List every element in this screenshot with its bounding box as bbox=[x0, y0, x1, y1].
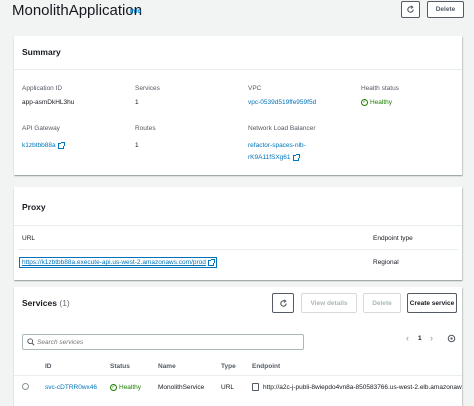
nlb-label: Network Load Balancer bbox=[248, 125, 316, 132]
proxy-panel: Proxy URL Endpoint type https://k1zbtbb8… bbox=[14, 187, 462, 280]
nlb-name-part1: refactor-spaces-nlb- bbox=[248, 142, 306, 149]
proxy-endpoint-type: Regional bbox=[373, 259, 399, 266]
service-endpoint: http://a2c-j-publi-8wiepdo4vn8a-85058376… bbox=[263, 384, 462, 391]
info-link[interactable]: Info bbox=[130, 9, 141, 15]
services-label: Services bbox=[135, 85, 160, 92]
api-gateway-label: API Gateway bbox=[22, 125, 60, 132]
summary-panel: Summary Application ID app-asmDkHL3hu Se… bbox=[14, 36, 462, 175]
create-service-button[interactable]: Create service bbox=[407, 293, 457, 313]
routes-label: Routes bbox=[135, 125, 156, 132]
external-link-icon bbox=[207, 258, 215, 266]
column-endpoint[interactable]: Endpoint bbox=[252, 363, 280, 370]
table-row[interactable]: svc-cDTRR0wx46 ✓ Healthy MonolithService … bbox=[14, 376, 462, 398]
external-link-icon bbox=[292, 153, 300, 161]
page-header: MonolithApplication Info Delete bbox=[0, 0, 474, 26]
delete-application-button[interactable]: Delete bbox=[427, 1, 464, 18]
nlb-link-line2[interactable]: rK9A11fSXg61 bbox=[248, 153, 300, 161]
application-id-label: Application ID bbox=[22, 85, 63, 92]
proxy-url-header: URL bbox=[22, 235, 36, 242]
proxy-divider bbox=[14, 225, 462, 226]
column-status[interactable]: Status bbox=[110, 363, 130, 370]
next-page-icon[interactable]: › bbox=[430, 333, 433, 343]
service-status: Healthy bbox=[119, 384, 142, 391]
services-count-badge: (1) bbox=[59, 298, 70, 308]
api-gateway-id: k1zbtbb88a bbox=[22, 142, 56, 149]
service-id-link[interactable]: svc-cDTRR0wx46 bbox=[45, 384, 97, 391]
column-id[interactable]: ID bbox=[45, 363, 52, 370]
summary-heading: Summary bbox=[22, 47, 61, 57]
service-type: URL bbox=[221, 384, 235, 391]
external-link-icon bbox=[57, 141, 65, 149]
row-select-radio[interactable] bbox=[22, 383, 29, 390]
proxy-heading: Proxy bbox=[22, 202, 46, 212]
summary-divider bbox=[14, 69, 462, 70]
proxy-url: https://k1zbtbb88a.execute-api.us-west-2… bbox=[22, 259, 206, 266]
health-status-value: Healthy bbox=[370, 99, 393, 106]
proxy-url-link[interactable]: https://k1zbtbb88a.execute-api.us-west-2… bbox=[19, 257, 217, 268]
nlb-link-line1[interactable]: refactor-spaces-nlb- bbox=[248, 142, 306, 149]
proxy-endpoint-type-header: Endpoint type bbox=[373, 235, 413, 242]
routes-count: 1 bbox=[135, 142, 139, 149]
page-number[interactable]: 1 bbox=[418, 335, 422, 342]
column-type[interactable]: Type bbox=[221, 363, 236, 370]
services-refresh-button[interactable] bbox=[272, 293, 294, 313]
search-box[interactable] bbox=[22, 334, 304, 350]
api-gateway-link[interactable]: k1zbtbb88a bbox=[22, 141, 65, 149]
proxy-table-divider bbox=[18, 249, 458, 250]
vpc-link[interactable]: vpc-0539d519ffe959f5d bbox=[248, 99, 316, 106]
column-name[interactable]: Name bbox=[158, 363, 176, 370]
refresh-button[interactable] bbox=[401, 1, 420, 18]
page-title: MonolithApplication bbox=[12, 2, 143, 19]
health-status-label: Health status bbox=[361, 85, 399, 92]
services-heading-text: Services bbox=[22, 298, 57, 308]
service-name: MonolithService bbox=[158, 384, 205, 391]
vpc-label: VPC bbox=[248, 85, 262, 92]
health-status-badge: ✓ Healthy bbox=[361, 99, 392, 106]
vpc-id: vpc-0539d519ffe959f5d bbox=[248, 99, 317, 106]
services-count: 1 bbox=[135, 99, 139, 106]
refresh-icon bbox=[279, 298, 287, 307]
gear-icon[interactable] bbox=[447, 334, 456, 343]
check-circle-icon: ✓ bbox=[361, 99, 368, 106]
view-details-button[interactable]: View details bbox=[301, 293, 357, 313]
services-panel: Services (1) View details Delete Create … bbox=[14, 287, 462, 406]
copy-icon[interactable] bbox=[252, 383, 259, 391]
search-input[interactable] bbox=[37, 336, 297, 348]
delete-service-button[interactable]: Delete bbox=[363, 293, 401, 313]
refresh-icon bbox=[407, 5, 414, 13]
services-heading: Services (1) bbox=[22, 298, 70, 308]
previous-page-icon[interactable]: ‹ bbox=[406, 333, 409, 343]
service-id: svc-cDTRR0wx46 bbox=[45, 384, 98, 391]
nlb-name-part2: rK9A11fSXg61 bbox=[248, 154, 291, 161]
search-icon bbox=[27, 338, 35, 346]
check-circle-icon: ✓ bbox=[110, 384, 117, 391]
application-id-value: app-asmDkHL3hu bbox=[22, 99, 75, 106]
service-status-badge: ✓ Healthy bbox=[110, 384, 141, 391]
